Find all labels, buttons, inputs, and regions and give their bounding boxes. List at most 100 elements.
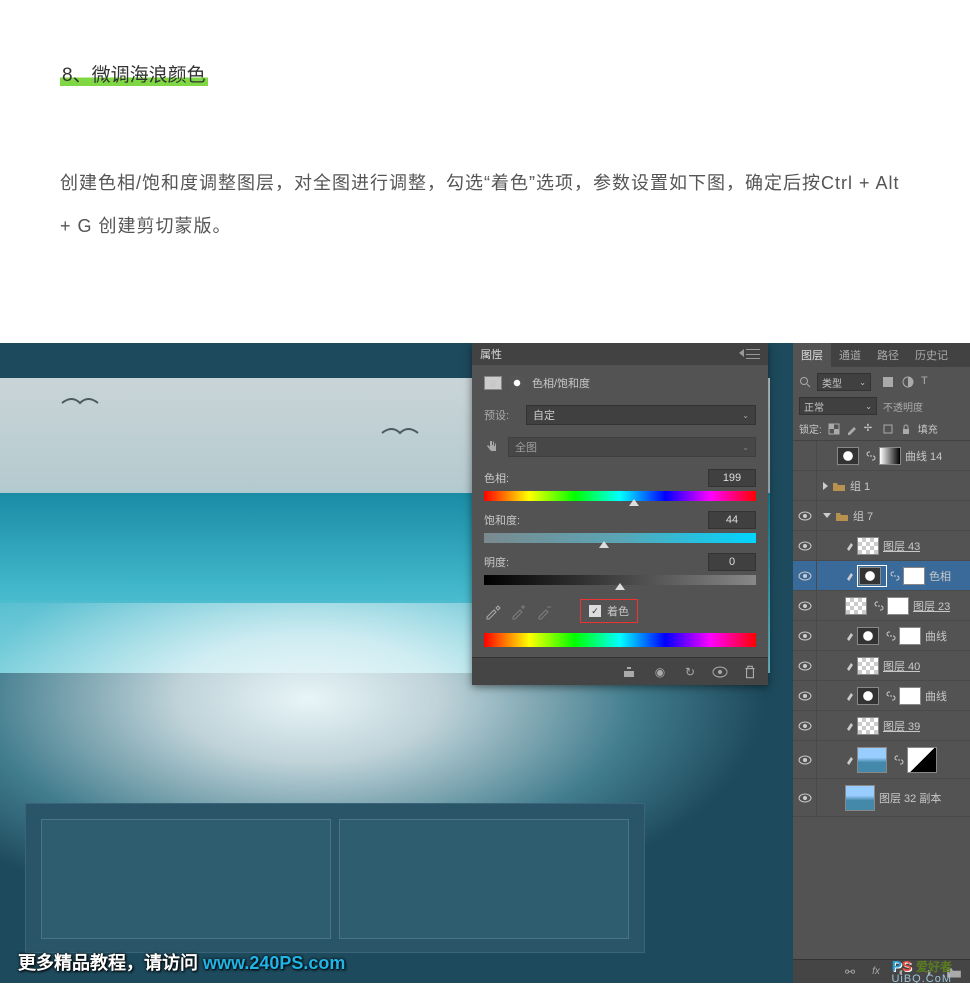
visibility-icon[interactable] — [712, 665, 728, 679]
layer-name[interactable]: 图层 32 副本 — [879, 790, 941, 806]
saturation-slider[interactable] — [484, 533, 756, 543]
layer-row[interactable]: 图层 32 副本 — [793, 779, 970, 817]
adjustment-name: 色相/饱和度 — [532, 375, 590, 391]
checkmark-icon: ✓ — [589, 605, 601, 617]
collapse-icon[interactable] — [823, 513, 831, 518]
layers-panel: 图层 通道 路径 历史记 类型⌄ T 正常⌄ 不透明度 锁定: — [793, 343, 970, 983]
layer-name[interactable]: 图层 43 — [883, 538, 920, 554]
collapse-icon[interactable] — [739, 349, 744, 357]
range-select: 全图⌄ — [508, 437, 756, 457]
expand-icon[interactable] — [823, 482, 828, 490]
link-icon — [886, 631, 896, 641]
layer-row[interactable]: 图层 39 — [793, 711, 970, 741]
layer-row[interactable]: 色相 — [793, 561, 970, 591]
layer-name[interactable]: 色相 — [929, 568, 951, 584]
tab-channels[interactable]: 通道 — [831, 343, 869, 367]
lock-position-icon[interactable]: ✢ — [864, 423, 876, 435]
layer-name[interactable]: 图层 23 — [913, 598, 950, 614]
visibility-toggle[interactable] — [793, 441, 817, 470]
layer-row[interactable]: 曲线 — [793, 681, 970, 711]
clip-indicator-icon — [845, 661, 855, 671]
hue-slider[interactable] — [484, 491, 756, 501]
layer-name[interactable]: 图层 39 — [883, 718, 920, 734]
eyedropper-plus-icon[interactable] — [510, 602, 528, 620]
reset-icon[interactable]: ↻ — [682, 665, 698, 679]
panel-menu-icon[interactable] — [746, 349, 760, 359]
link-layers-icon[interactable]: ⚯ — [842, 965, 858, 979]
bird-icon — [380, 423, 420, 443]
visibility-toggle[interactable] — [793, 591, 817, 620]
layer-thumb — [845, 597, 867, 615]
folder-icon — [832, 480, 846, 492]
layer-name[interactable]: 组 1 — [850, 478, 870, 494]
smart-thumb — [845, 785, 875, 811]
filter-pixel-icon[interactable] — [881, 375, 895, 389]
preset-select[interactable]: 自定⌄ — [526, 405, 756, 425]
link-icon — [886, 691, 896, 701]
clip-indicator-icon — [845, 541, 855, 551]
visibility-toggle[interactable] — [793, 471, 817, 500]
layer-row[interactable]: 图层 40 — [793, 651, 970, 681]
filter-kind-select[interactable]: 类型⌄ — [817, 373, 871, 391]
clip-indicator-icon — [845, 721, 855, 731]
tab-history[interactable]: 历史记 — [907, 343, 956, 367]
layer-row[interactable]: 图层 23 — [793, 591, 970, 621]
visibility-toggle[interactable] — [793, 501, 817, 530]
layer-row[interactable]: 曲线 — [793, 621, 970, 651]
preset-label: 预设: — [484, 407, 518, 423]
layer-name[interactable]: 曲线 — [925, 688, 947, 704]
visibility-toggle[interactable] — [793, 561, 817, 590]
link-icon — [890, 571, 900, 581]
layer-name[interactable]: 曲线 14 — [905, 448, 942, 464]
watermark-text: 更多精品教程，请访问 www.240PS.com — [18, 949, 345, 975]
layer-row[interactable] — [793, 741, 970, 779]
layer-row[interactable]: 曲线 14 — [793, 441, 970, 471]
layer-thumb — [857, 657, 879, 675]
section-title: 8、微调海浪颜色 — [60, 65, 208, 86]
layer-row[interactable]: 组 7 — [793, 501, 970, 531]
layer-name[interactable]: 组 7 — [853, 508, 873, 524]
lock-artboard-icon[interactable] — [882, 423, 894, 435]
lock-pixels-icon[interactable] — [828, 423, 840, 435]
lock-all-icon[interactable] — [900, 423, 912, 435]
layer-row[interactable]: 组 1 — [793, 471, 970, 501]
visibility-toggle[interactable] — [793, 651, 817, 680]
body-text: 创建色相/饱和度调整图层，对全图进行调整，勾选“着色”选项，参数设置如下图，确定… — [60, 162, 910, 248]
fx-icon[interactable]: fx — [868, 965, 884, 979]
layer-thumb — [857, 717, 879, 735]
saturation-label: 饱和度: — [484, 512, 520, 528]
visibility-toggle[interactable] — [793, 779, 817, 816]
link-icon — [894, 755, 904, 765]
mask-thumb — [899, 627, 921, 645]
layer-name[interactable]: 图层 40 — [883, 658, 920, 674]
visibility-toggle[interactable] — [793, 681, 817, 710]
lock-brush-icon[interactable] — [846, 423, 858, 435]
tab-layers[interactable]: 图层 — [793, 343, 831, 367]
mask-icon[interactable] — [510, 376, 524, 390]
eyedropper-minus-icon[interactable] — [536, 602, 554, 620]
search-icon[interactable] — [799, 376, 811, 388]
prev-state-icon[interactable]: ◉ — [652, 665, 668, 679]
eyedropper-icon[interactable] — [484, 602, 502, 620]
clip-indicator-icon — [845, 571, 855, 581]
layer-name[interactable]: 曲线 — [925, 628, 947, 644]
filter-adjust-icon[interactable] — [901, 375, 915, 389]
tab-paths[interactable]: 路径 — [869, 343, 907, 367]
hue-input[interactable]: 199 — [708, 469, 756, 487]
adjustment-thumb — [857, 627, 879, 645]
clip-icon[interactable] — [622, 665, 638, 679]
visibility-toggle[interactable] — [793, 711, 817, 740]
filter-type-icon[interactable]: T — [921, 375, 935, 389]
visibility-toggle[interactable] — [793, 741, 817, 778]
colorize-checkbox[interactable]: ✓ 着色 — [580, 599, 638, 623]
lightness-slider[interactable] — [484, 575, 756, 585]
saturation-input[interactable]: 44 — [708, 511, 756, 529]
trash-icon[interactable] — [742, 665, 758, 679]
visibility-toggle[interactable] — [793, 531, 817, 560]
layer-row[interactable]: 图层 43 — [793, 531, 970, 561]
blend-mode-select[interactable]: 正常⌄ — [799, 397, 877, 415]
visibility-toggle[interactable] — [793, 621, 817, 650]
hand-icon[interactable] — [484, 439, 500, 455]
lightness-label: 明度: — [484, 554, 509, 570]
lightness-input[interactable]: 0 — [708, 553, 756, 571]
